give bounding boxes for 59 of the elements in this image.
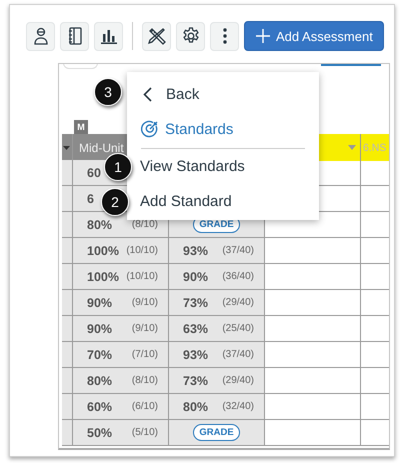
- bar-chart-button[interactable]: [94, 22, 123, 50]
- menu-item[interactable]: Add Standard: [140, 184, 232, 219]
- notebook-icon: [68, 27, 82, 45]
- more-options-icon: [222, 28, 226, 44]
- notebook-button[interactable]: [60, 22, 89, 50]
- fraction-text: (9/10): [132, 323, 158, 334]
- callout-badge: 3: [94, 78, 122, 106]
- score-text: 73%: [183, 296, 208, 310]
- tab-shape: [63, 64, 98, 69]
- score-text: 6: [87, 192, 94, 206]
- fraction-text: (37/40): [222, 245, 254, 256]
- score-text: 90%: [87, 322, 112, 336]
- score-text: 80%: [183, 400, 208, 414]
- score-text: 73%: [183, 374, 208, 388]
- fraction-text: (37/40): [222, 349, 254, 360]
- fraction-text: (8/10): [132, 375, 158, 386]
- caret-icon: [348, 145, 356, 150]
- fraction-text: (8/10): [132, 219, 158, 230]
- score-text: 50%: [87, 426, 112, 440]
- score-text: 80%: [87, 374, 112, 388]
- search-field-underline: [321, 64, 381, 66]
- settings-button[interactable]: [176, 22, 205, 50]
- fraction-text: (36/40): [222, 271, 254, 282]
- caret-icon: [63, 146, 70, 150]
- score-text: 63%: [183, 322, 208, 336]
- score-text: 100%: [87, 244, 119, 258]
- bar-chart-icon: [100, 28, 116, 44]
- fraction-text: (10/10): [126, 271, 158, 282]
- score-text: 80%: [87, 218, 112, 232]
- tools-icon: [148, 27, 166, 45]
- score-text: 93%: [183, 244, 208, 258]
- fraction-text: (7/10): [132, 349, 158, 360]
- fraction-text: (29/40): [222, 375, 254, 386]
- fraction-text: (6/10): [132, 401, 158, 412]
- score-text: 93%: [183, 348, 208, 362]
- settings-icon: [182, 27, 200, 45]
- more-options-button[interactable]: [210, 22, 239, 50]
- score-text: 90%: [87, 296, 112, 310]
- tools-button[interactable]: [142, 22, 171, 50]
- fraction-text: (29/40): [222, 297, 254, 308]
- fraction-text: (32/40): [222, 401, 254, 412]
- fraction-text: (10/10): [126, 245, 158, 256]
- score-text: 90%: [183, 270, 208, 284]
- score-text: 60: [87, 166, 101, 180]
- fraction-text: (5/10): [132, 427, 158, 438]
- column-tag: M: [74, 120, 88, 134]
- back-menu-item[interactable]: Back: [143, 76, 200, 112]
- person-icon: [32, 27, 48, 45]
- add-assessment-button[interactable]: Add Assessment: [244, 21, 384, 51]
- fraction-text: (9/10): [132, 297, 158, 308]
- score-text: 70%: [87, 348, 112, 362]
- score-text: 100%: [87, 270, 119, 284]
- score-text: 60%: [87, 400, 112, 414]
- person-button[interactable]: [26, 22, 55, 50]
- fraction-text: (25/40): [222, 323, 254, 334]
- target-icon: [141, 120, 159, 138]
- plus-icon: [256, 29, 270, 43]
- grade-button[interactable]: GRADE: [193, 424, 240, 441]
- back-icon: [143, 86, 152, 102]
